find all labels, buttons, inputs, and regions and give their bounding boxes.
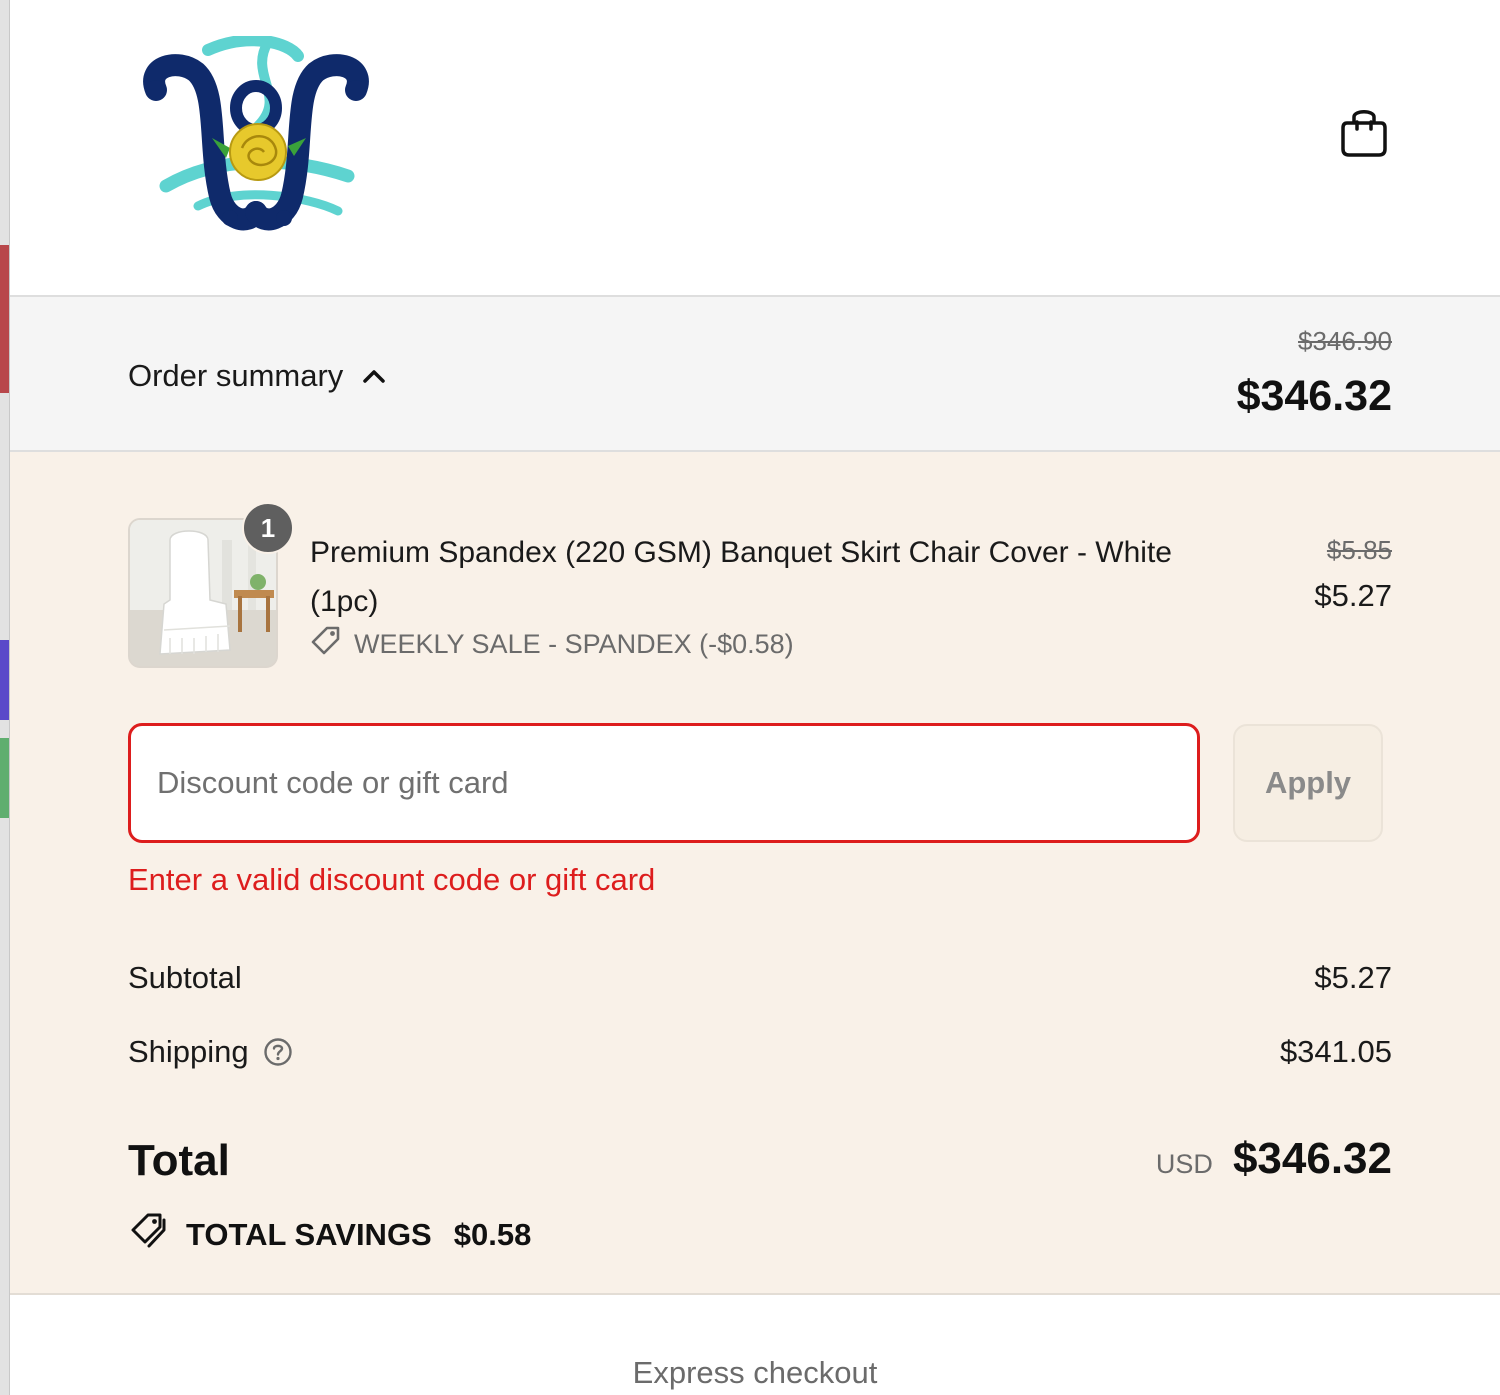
total-savings: TOTAL SAVINGS $0.58 bbox=[128, 1212, 531, 1258]
shipping-label: Shipping bbox=[128, 1034, 293, 1070]
shipping-value: $341.05 bbox=[1279, 1034, 1392, 1069]
background-window-edge bbox=[0, 0, 10, 1395]
order-summary-toggle[interactable]: Order summary bbox=[128, 358, 387, 394]
quantity-badge: 1 bbox=[242, 502, 294, 554]
tags-icon bbox=[128, 1212, 170, 1258]
total-savings-value: $0.58 bbox=[453, 1217, 532, 1252]
discount-error-message: Enter a valid discount code or gift card bbox=[128, 862, 656, 897]
product-original-price: $5.85 bbox=[1326, 535, 1392, 565]
checkout-header bbox=[10, 0, 1500, 297]
product-price: $5.27 bbox=[1314, 578, 1392, 613]
currency-code: USD bbox=[1155, 1149, 1213, 1179]
cart-button[interactable] bbox=[1335, 100, 1393, 162]
discount-code-input[interactable] bbox=[128, 723, 1200, 843]
original-total: $346.90 bbox=[1298, 326, 1392, 356]
subtotal-value: $5.27 bbox=[1314, 960, 1392, 995]
total-label: Total bbox=[128, 1136, 230, 1185]
express-checkout-heading: Express checkout bbox=[632, 1355, 878, 1390]
shipping-text: Shipping bbox=[128, 1034, 249, 1069]
shopping-bag-icon bbox=[1341, 110, 1387, 157]
background-window-strip bbox=[0, 640, 9, 720]
total-value: $346.32 bbox=[1232, 1134, 1392, 1183]
checkout-page bbox=[10, 0, 1500, 1395]
tag-icon bbox=[310, 625, 342, 664]
order-summary-label: Order summary bbox=[128, 358, 344, 393]
subtotal-label: Subtotal bbox=[128, 960, 242, 996]
total-value-group: USD $346.32 bbox=[1156, 1134, 1392, 1184]
background-window-strip bbox=[0, 738, 9, 818]
line-item-discount: WEEKLY SALE - SPANDEX (-$0.58) bbox=[310, 625, 794, 664]
monogram-logo-icon bbox=[143, 34, 369, 231]
store-logo[interactable] bbox=[138, 34, 374, 232]
question-circle-icon[interactable] bbox=[263, 1037, 293, 1067]
product-thumbnail: 1 bbox=[128, 502, 294, 668]
apply-discount-button[interactable]: Apply bbox=[1233, 724, 1383, 842]
product-name: Premium Spandex (220 GSM) Banquet Skirt … bbox=[310, 536, 1172, 618]
line-item-discount-label: WEEKLY SALE - SPANDEX (-$0.58) bbox=[354, 629, 794, 659]
total-savings-label: TOTAL SAVINGS bbox=[186, 1217, 432, 1252]
chevron-up-icon bbox=[361, 366, 387, 386]
subtotal-text: Subtotal bbox=[128, 960, 242, 995]
background-window-strip bbox=[0, 245, 9, 393]
summary-total: $346.32 bbox=[1236, 372, 1392, 420]
